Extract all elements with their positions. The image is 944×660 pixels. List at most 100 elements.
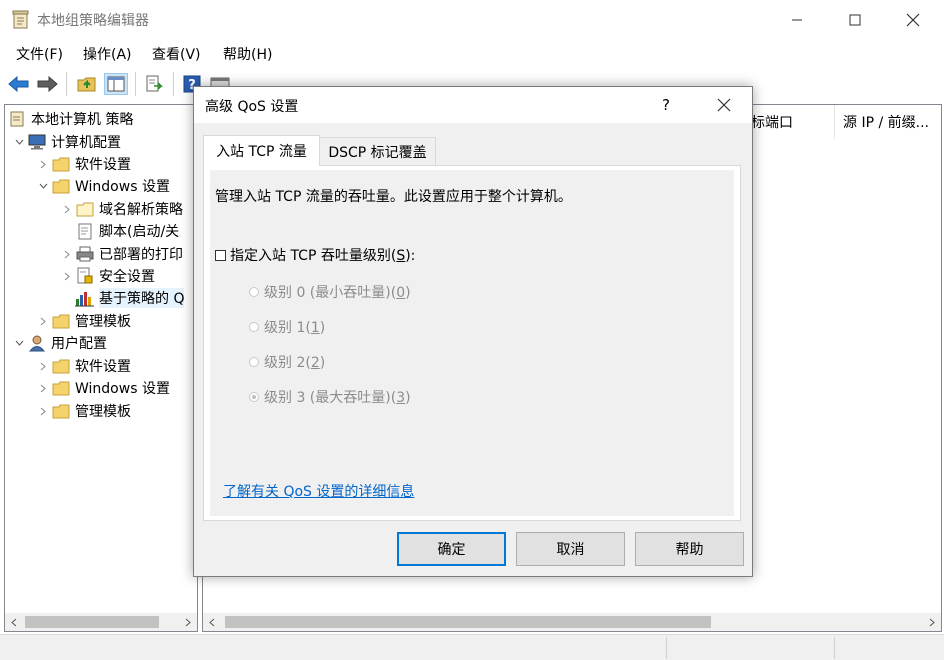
up-one-level-button[interactable]	[75, 73, 99, 95]
description-text: 管理入站 TCP 流量的吞吐量。此设置应用于整个计算机。	[215, 189, 572, 205]
tree-item-label: 软件设置	[75, 157, 131, 173]
toolbar-separator	[66, 72, 67, 96]
forward-button[interactable]	[35, 73, 59, 95]
scrollbar-thumb[interactable]	[25, 616, 159, 628]
cancel-button[interactable]: 取消	[516, 532, 625, 566]
chevron-right-icon[interactable]	[35, 153, 51, 175]
toolbar-separator	[135, 72, 136, 96]
radio-level-1[interactable]: 级别 1(1)	[249, 317, 325, 337]
tree-item-label: Windows 设置	[75, 381, 170, 397]
bar-chart-icon	[75, 287, 95, 309]
status-divider	[666, 637, 667, 659]
radio-level-3[interactable]: 级别 3 (最大吞吐量)(3)	[249, 387, 411, 407]
tree-item-label: 已部署的打印	[99, 247, 183, 263]
scroll-left-icon[interactable]	[203, 613, 221, 631]
export-list-icon	[146, 75, 163, 92]
learn-more-link[interactable]: 了解有关 QoS 设置的详细信息	[223, 481, 414, 501]
scrollbar-thumb[interactable]	[225, 616, 711, 628]
dialog-help-button[interactable]: ?	[646, 87, 686, 123]
menu-bar: 文件(F) 操作(A) 查看(V) 帮助(H)	[0, 40, 944, 66]
tab-content	[210, 170, 734, 516]
checkbox-label: 指定入站 TCP 吞吐量级别(S):	[230, 248, 416, 264]
tab-dscp-override[interactable]: DSCP 标记覆盖	[319, 137, 436, 165]
radio-button-selected[interactable]	[249, 392, 259, 402]
tree-item-user-admin-templates[interactable]: 管理模板	[35, 400, 131, 422]
menu-action[interactable]: 操作(A)	[83, 44, 132, 64]
chevron-down-icon[interactable]	[11, 332, 27, 354]
chevron-right-icon[interactable]	[59, 243, 75, 265]
folder-icon	[75, 198, 95, 220]
tree-item-security-settings[interactable]: 安全设置	[59, 265, 155, 287]
tree-item-windows-settings[interactable]: Windows 设置	[35, 175, 170, 197]
tree-item-label: Windows 设置	[75, 179, 170, 195]
export-list-button[interactable]	[142, 73, 166, 95]
tree-item-scripts[interactable]: 脚本(启动/关	[75, 220, 179, 242]
tree-item-software-settings[interactable]: 软件设置	[35, 153, 131, 175]
tree-item-local-computer-policy[interactable]: 本地计算机 策略	[7, 108, 133, 130]
script-document-icon	[75, 220, 95, 242]
tree-item-admin-templates[interactable]: 管理模板	[35, 310, 131, 332]
chevron-right-icon[interactable]	[35, 400, 51, 422]
menu-view[interactable]: 查看(V)	[152, 44, 201, 64]
menu-file[interactable]: 文件(F)	[16, 44, 63, 64]
chevron-right-icon[interactable]	[35, 377, 51, 399]
tab-inbound-tcp[interactable]: 入站 TCP 流量	[203, 135, 320, 166]
chevron-right-icon[interactable]	[35, 310, 51, 332]
throughput-level-checkbox-row[interactable]: 指定入站 TCP 吞吐量级别(S):	[215, 245, 415, 265]
menu-help[interactable]: 帮助(H)	[223, 44, 272, 64]
maximize-icon	[849, 14, 861, 26]
tree-pane[interactable]: 本地计算机 策略 计算机配置 软件设置 Windows 设置 域名解析策略 脚本…	[4, 104, 198, 632]
tree-item-computer-config[interactable]: 计算机配置	[11, 131, 121, 153]
tree-item-user-software-settings[interactable]: 软件设置	[35, 355, 131, 377]
column-header-source-ip[interactable]: 源 IP / 前缀...	[843, 105, 929, 139]
scroll-right-icon[interactable]	[923, 613, 941, 631]
tree-item-policy-based-qos[interactable]: 基于策略的 Q	[75, 287, 185, 309]
dialog-close-button[interactable]	[696, 87, 752, 123]
radio-label: 级别 1(1)	[264, 320, 326, 336]
tree-item-user-windows-settings[interactable]: Windows 设置	[35, 377, 170, 399]
folder-icon	[51, 355, 71, 377]
back-button[interactable]	[7, 73, 31, 95]
tree-item-deployed-printers[interactable]: 已部署的打印	[59, 243, 183, 265]
tree-item-label: 软件设置	[75, 359, 131, 375]
forward-icon	[37, 76, 58, 92]
chevron-right-icon[interactable]	[35, 355, 51, 377]
show-hide-tree-button[interactable]	[104, 73, 128, 95]
list-horizontal-scrollbar[interactable]	[203, 613, 941, 631]
scroll-right-icon[interactable]	[179, 613, 197, 631]
tree-item-label: 管理模板	[75, 404, 131, 420]
scroll-left-icon[interactable]	[5, 613, 23, 631]
tree-item-user-config[interactable]: 用户配置	[11, 332, 107, 354]
radio-level-2[interactable]: 级别 2(2)	[249, 352, 325, 372]
tree-item-label: 计算机配置	[51, 135, 121, 151]
chevron-down-icon[interactable]	[11, 131, 27, 153]
column-divider[interactable]	[834, 105, 835, 139]
computer-icon	[27, 131, 47, 153]
dialog-title: 高级 QoS 设置	[205, 99, 299, 115]
tree-item-name-resolution-policy[interactable]: 域名解析策略	[59, 198, 183, 220]
chevron-right-icon[interactable]	[59, 198, 75, 220]
tree-item-label: 域名解析策略	[99, 202, 183, 218]
radio-level-0[interactable]: 级别 0 (最小吞吐量)(0)	[249, 282, 411, 302]
close-button[interactable]	[884, 0, 942, 40]
radio-button[interactable]	[249, 357, 259, 367]
tree-item-label: 用户配置	[51, 336, 107, 352]
folder-icon	[51, 377, 71, 399]
help-button[interactable]: 帮助	[635, 532, 744, 566]
ok-button[interactable]: 确定	[397, 532, 506, 566]
maximize-button[interactable]	[826, 0, 884, 40]
radio-label: 级别 3 (最大吞吐量)(3)	[264, 390, 411, 406]
minimize-button[interactable]	[768, 0, 826, 40]
radio-button[interactable]	[249, 322, 259, 332]
policy-document-icon	[7, 108, 27, 130]
chevron-right-icon[interactable]	[59, 265, 75, 287]
tree-horizontal-scrollbar[interactable]	[5, 613, 197, 631]
throughput-level-checkbox[interactable]	[215, 249, 226, 261]
column-header-port[interactable]: 标端口	[751, 105, 793, 139]
tree-item-label: 基于策略的 Q	[99, 288, 185, 308]
chevron-down-icon[interactable]	[35, 175, 51, 197]
folder-icon	[51, 175, 71, 197]
up-folder-icon	[77, 77, 96, 92]
user-icon	[27, 332, 47, 354]
radio-button[interactable]	[249, 287, 259, 297]
